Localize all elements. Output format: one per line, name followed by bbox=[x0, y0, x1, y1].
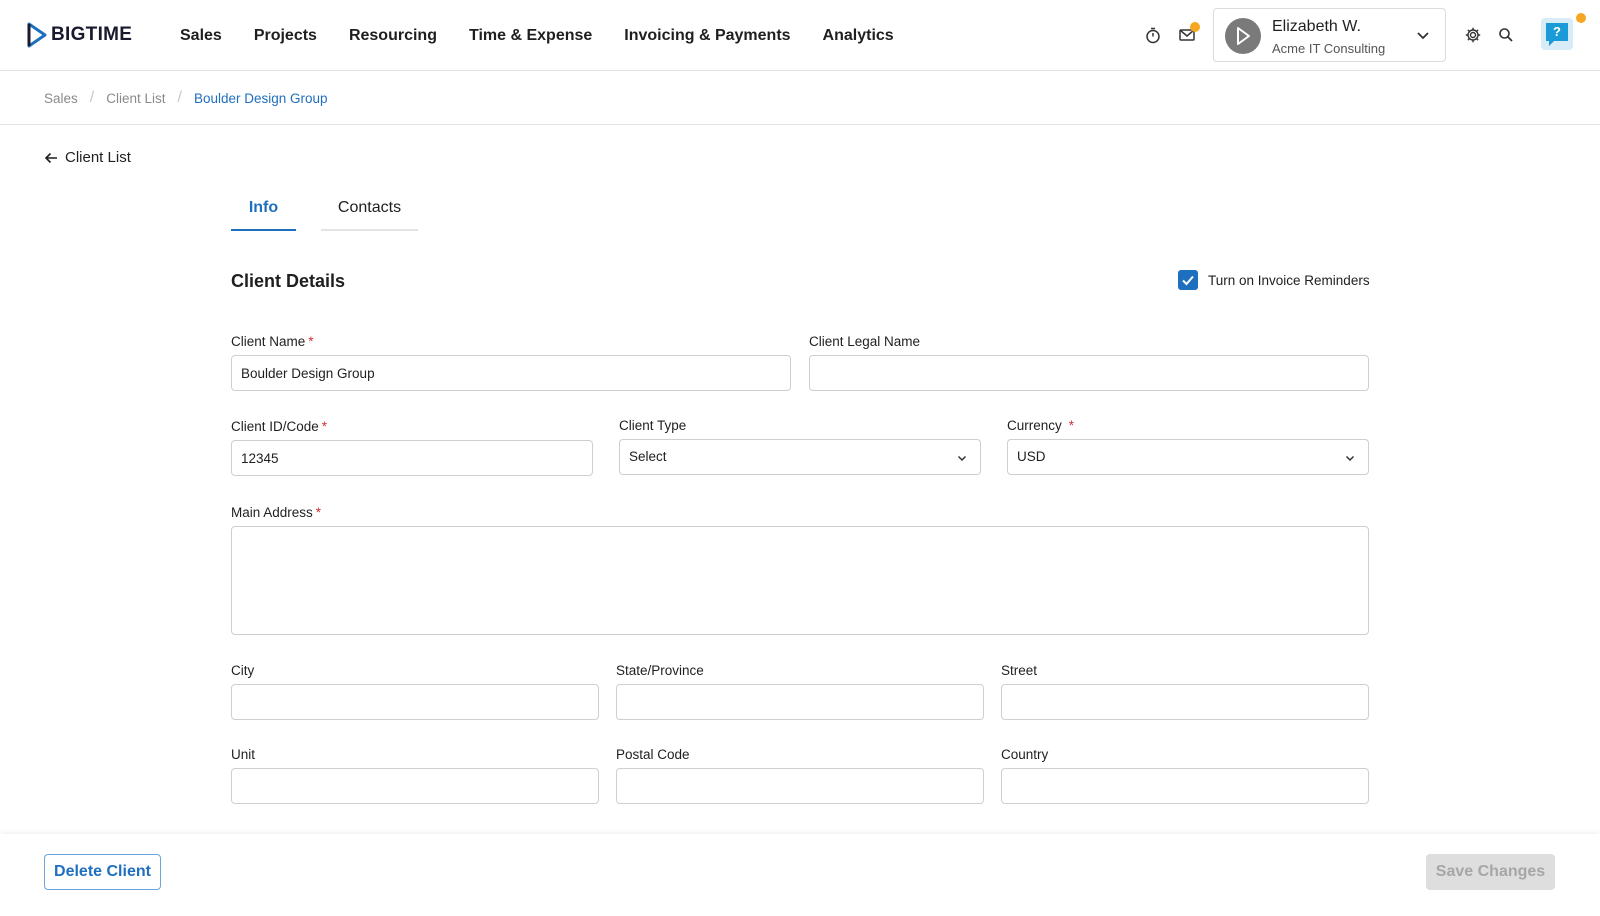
postal-code-input[interactable] bbox=[616, 768, 984, 804]
client-name-input[interactable] bbox=[231, 355, 791, 391]
invoice-reminders-label: Turn on Invoice Reminders bbox=[1208, 272, 1370, 288]
help-icon: ? bbox=[1546, 23, 1568, 46]
state-province-input[interactable] bbox=[616, 684, 984, 720]
nav-item-sales[interactable]: Sales bbox=[180, 27, 222, 45]
avatar-logo-icon bbox=[1237, 27, 1250, 45]
bigtime-logo[interactable]: BIGTIME bbox=[26, 21, 132, 49]
currency-value: USD bbox=[1017, 449, 1046, 464]
invoice-reminders-checkbox[interactable] bbox=[1178, 270, 1198, 290]
nav-item-time-expense[interactable]: Time & Expense bbox=[469, 27, 592, 45]
street-label: Street bbox=[1001, 663, 1038, 678]
chevron-down-icon bbox=[957, 455, 967, 462]
breadcrumb: Sales / Client List / Boulder Design Gro… bbox=[44, 72, 1600, 124]
timer-icon[interactable] bbox=[1143, 25, 1163, 45]
chevron-down-icon bbox=[1417, 32, 1429, 40]
help-notification-dot bbox=[1576, 13, 1586, 23]
country-label: Country bbox=[1001, 747, 1049, 762]
divider bbox=[0, 124, 1600, 125]
gear-icon[interactable] bbox=[1463, 25, 1483, 45]
unit-label: Unit bbox=[231, 747, 256, 762]
breadcrumb-item-sales[interactable]: Sales bbox=[44, 91, 78, 106]
search-icon[interactable] bbox=[1496, 25, 1516, 45]
client-legal-name-input[interactable] bbox=[809, 355, 1369, 391]
client-type-value: Select bbox=[629, 449, 667, 464]
breadcrumb-separator: / bbox=[89, 89, 95, 106]
country-input[interactable] bbox=[1001, 768, 1369, 804]
delete-client-button[interactable]: Delete Client bbox=[44, 854, 161, 890]
chevron-down-icon bbox=[1345, 455, 1355, 462]
breadcrumb-item-client-list[interactable]: Client List bbox=[106, 91, 165, 106]
user-organization: Acme IT Consulting bbox=[1272, 41, 1386, 56]
currency-label: Currency * bbox=[1007, 418, 1075, 433]
state-province-label: State/Province bbox=[616, 663, 704, 678]
footer-action-bar: Delete Client Save Changes bbox=[0, 834, 1600, 916]
nav-item-projects[interactable]: Projects bbox=[254, 27, 317, 45]
invoice-reminders-toggle[interactable]: Turn on Invoice Reminders bbox=[1178, 270, 1370, 290]
checkmark-icon bbox=[1182, 275, 1194, 286]
tab-contacts[interactable]: Contacts bbox=[321, 186, 418, 231]
back-to-client-list-link[interactable]: Client List bbox=[44, 149, 131, 166]
avatar bbox=[1225, 18, 1261, 54]
section-title: Client Details bbox=[231, 271, 346, 291]
user-name: Elizabeth W. bbox=[1272, 18, 1361, 35]
city-label: City bbox=[231, 663, 255, 678]
top-navigation-bar: BIGTIME Sales Projects Resourcing Time &… bbox=[0, 0, 1600, 71]
client-type-label: Client Type bbox=[619, 418, 687, 433]
back-link-label: Client List bbox=[65, 149, 131, 166]
breadcrumb-item-current: Boulder Design Group bbox=[193, 90, 328, 106]
main-address-textarea[interactable] bbox=[231, 526, 1369, 635]
currency-select[interactable]: USD bbox=[1007, 439, 1369, 475]
svg-text:?: ? bbox=[1553, 24, 1561, 39]
help-button[interactable]: ? bbox=[1541, 18, 1573, 50]
main-nav: Sales Projects Resourcing Time & Expense… bbox=[180, 0, 926, 71]
unit-input[interactable] bbox=[231, 768, 599, 804]
breadcrumb-separator: / bbox=[177, 89, 182, 106]
save-changes-button[interactable]: Save Changes bbox=[1426, 854, 1555, 890]
postal-code-label: Postal Code bbox=[616, 747, 690, 762]
tab-bar: Info Contacts bbox=[231, 186, 418, 231]
user-menu[interactable]: Elizabeth W. Acme IT Consulting bbox=[1213, 8, 1446, 62]
nav-item-analytics[interactable]: Analytics bbox=[823, 27, 894, 45]
bigtime-logo-icon bbox=[27, 22, 47, 48]
nav-item-resourcing[interactable]: Resourcing bbox=[349, 27, 437, 45]
client-name-label: Client Name * bbox=[231, 334, 314, 349]
client-id-label: Client ID/Code * bbox=[231, 419, 328, 434]
street-input[interactable] bbox=[1001, 684, 1369, 720]
arrow-left-icon bbox=[44, 152, 57, 163]
tab-info[interactable]: Info bbox=[231, 186, 296, 231]
client-id-input[interactable] bbox=[231, 440, 593, 476]
main-address-label: Main Address * bbox=[231, 505, 322, 520]
client-type-select[interactable]: Select bbox=[619, 439, 981, 475]
city-input[interactable] bbox=[231, 684, 599, 720]
client-legal-name-label: Client Legal Name bbox=[809, 334, 921, 349]
mail-notification-dot bbox=[1190, 22, 1200, 32]
brand-name: BIGTIME bbox=[51, 24, 133, 45]
nav-item-invoicing-payments[interactable]: Invoicing & Payments bbox=[624, 27, 790, 45]
